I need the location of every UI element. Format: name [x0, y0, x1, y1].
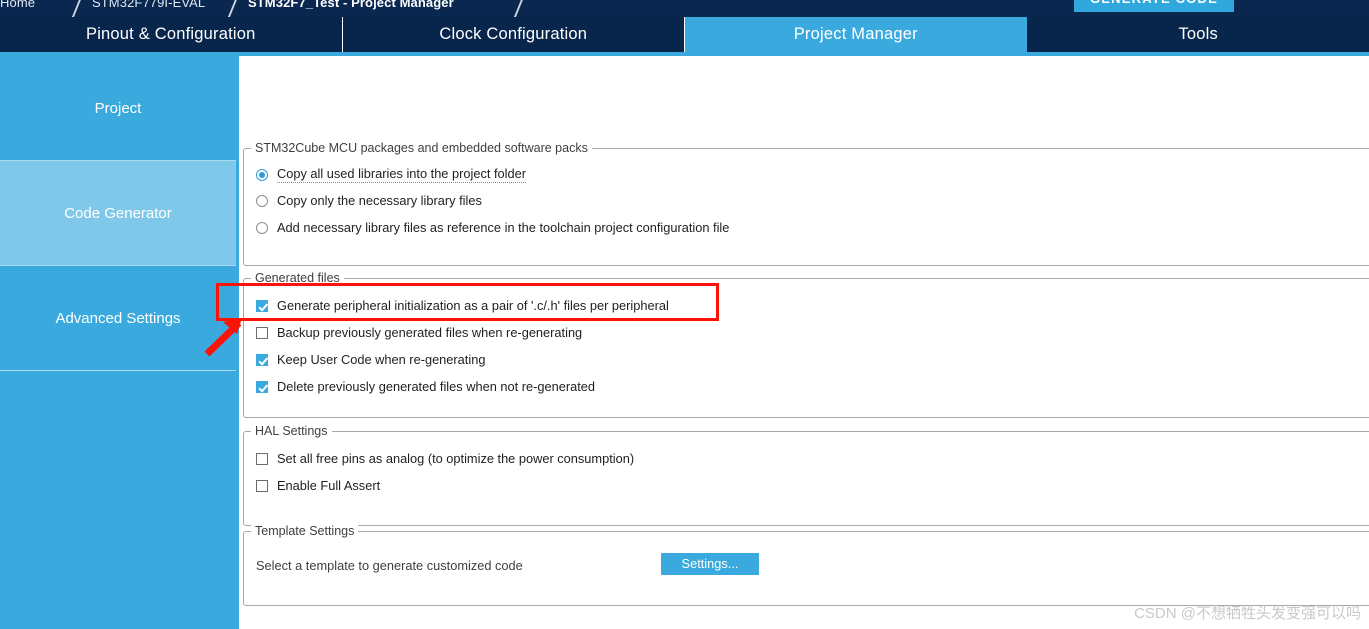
- option-label: Backup previously generated files when r…: [277, 325, 583, 340]
- option-label: Copy only the necessary library files: [277, 193, 482, 208]
- checkbox-icon: [256, 326, 268, 339]
- sidebar-item-label: Project: [94, 99, 142, 117]
- checkbox-icon: [256, 452, 268, 465]
- breadcrumb-item-current[interactable]: STM32F7_Test - Project Manager: [248, 0, 454, 10]
- tab-tools[interactable]: Tools: [1026, 17, 1369, 52]
- sidebar-item-project[interactable]: Project: [0, 56, 236, 161]
- tab-project-manager[interactable]: Project Manager: [685, 17, 1027, 52]
- main-tab-bar: Pinout & Configuration Clock Configurati…: [0, 17, 1369, 52]
- option-label: Keep User Code when re-generating: [277, 352, 486, 367]
- group-generated-files: Generated files Generate peripheral init…: [243, 271, 1369, 418]
- checkbox-delete-previously-generated[interactable]: Delete previously generated files when n…: [256, 379, 595, 394]
- radio-icon: [256, 221, 268, 234]
- group-mcu-packages: STM32Cube MCU packages and embedded soft…: [243, 141, 1369, 266]
- breadcrumb-item-home[interactable]: Home: [0, 0, 35, 10]
- group-template-settings: Template Settings Select a template to g…: [243, 524, 1369, 606]
- breadcrumb-separator-icon: [491, 0, 525, 17]
- checkbox-set-free-pins-analog[interactable]: Set all free pins as analog (to optimize…: [256, 451, 634, 466]
- tab-clock-configuration[interactable]: Clock Configuration: [342, 17, 685, 52]
- option-label: Set all free pins as analog (to optimize…: [277, 451, 635, 466]
- group-generated-files-title: Generated files: [251, 271, 344, 285]
- radio-add-as-reference[interactable]: Add necessary library files as reference…: [256, 220, 729, 235]
- sidebar-item-code-generator[interactable]: Code Generator: [0, 161, 236, 266]
- checkbox-icon: [256, 380, 268, 393]
- checkbox-icon: [256, 353, 268, 366]
- group-hal-settings: HAL Settings Set all free pins as analog…: [243, 424, 1369, 526]
- group-template-settings-title: Template Settings: [251, 524, 359, 538]
- radio-copy-only-necessary[interactable]: Copy only the necessary library files: [256, 193, 482, 208]
- sidebar-item-advanced-settings[interactable]: Advanced Settings: [0, 266, 236, 371]
- radio-copy-all-libraries[interactable]: Copy all used libraries into the project…: [256, 166, 526, 183]
- option-label: Copy all used libraries into the project…: [277, 166, 526, 183]
- sidebar-item-label: Advanced Settings: [55, 309, 181, 327]
- option-label: Enable Full Assert: [277, 478, 381, 493]
- option-label: Add necessary library files as reference…: [277, 220, 730, 235]
- radio-icon: [256, 194, 268, 207]
- template-settings-description: Select a template to generate customized…: [256, 558, 523, 573]
- checkbox-backup-previously-generated[interactable]: Backup previously generated files when r…: [256, 325, 582, 340]
- generate-code-button[interactable]: GENERATE CODE: [1074, 0, 1234, 12]
- tab-pinout-configuration[interactable]: Pinout & Configuration: [0, 17, 343, 52]
- template-settings-button[interactable]: Settings...: [661, 553, 759, 575]
- checkbox-keep-user-code[interactable]: Keep User Code when re-generating: [256, 352, 485, 367]
- sidebar-item-label: Code Generator: [64, 204, 172, 222]
- radio-icon: [256, 168, 268, 181]
- group-mcu-packages-title: STM32Cube MCU packages and embedded soft…: [251, 141, 592, 155]
- checkbox-enable-full-assert[interactable]: Enable Full Assert: [256, 478, 380, 493]
- breadcrumb-separator-icon: [49, 0, 83, 17]
- checkbox-icon: [256, 299, 268, 312]
- option-label: Generate peripheral initialization as a …: [277, 298, 669, 313]
- breadcrumb-separator-icon: [205, 0, 239, 17]
- option-label: Delete previously generated files when n…: [277, 379, 595, 394]
- breadcrumb-bar: Home STM32F779I-EVAL STM32F7_Test - Proj…: [0, 0, 1369, 17]
- content-pane: STM32Cube MCU packages and embedded soft…: [236, 56, 1369, 629]
- breadcrumb-item-board[interactable]: STM32F779I-EVAL: [92, 0, 205, 10]
- checkbox-generate-peripheral-init[interactable]: Generate peripheral initialization as a …: [256, 298, 669, 313]
- csdn-watermark: CSDN @不想牺牲头发变强可以吗: [1134, 605, 1361, 622]
- checkbox-icon: [256, 479, 268, 492]
- group-hal-settings-title: HAL Settings: [251, 424, 332, 438]
- sidebar: Project Code Generator Advanced Settings: [0, 56, 236, 629]
